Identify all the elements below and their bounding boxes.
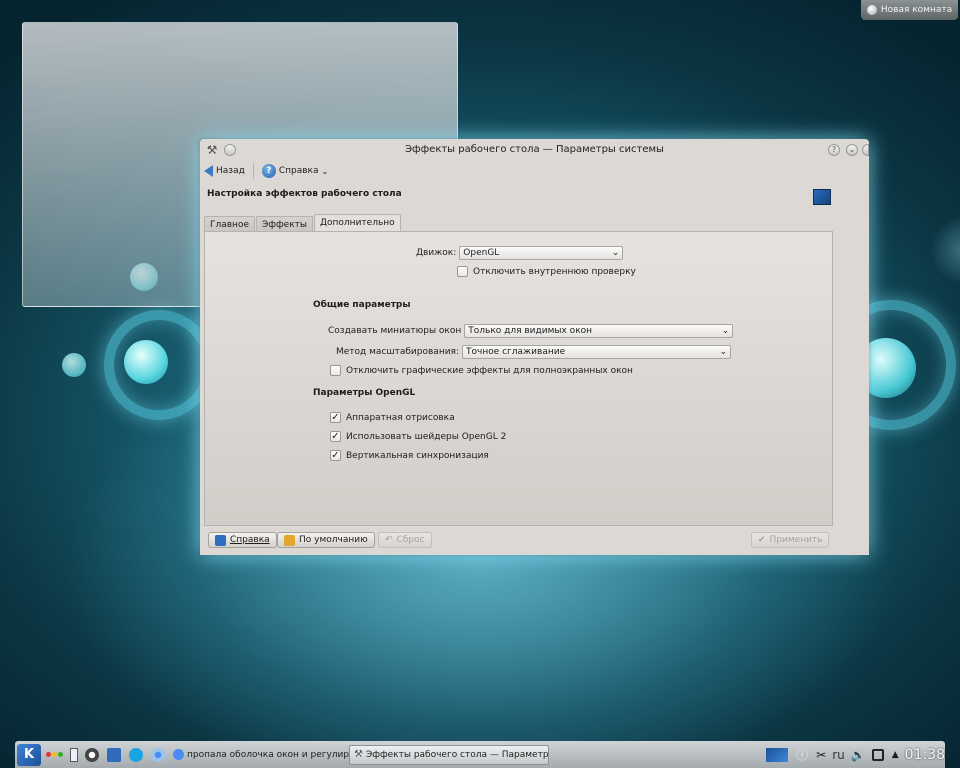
hw-render-label: Аппаратная отрисовка — [346, 412, 455, 423]
thumbnails-select[interactable]: Только для видимых окон ⌄ — [464, 324, 734, 338]
advanced-tab-pane: Движок: OpenGL ⌄ Отключить внутреннюю пр… — [204, 231, 833, 526]
scaling-row: Метод масштабирования: Точное сглаживани… — [336, 345, 731, 359]
thumbnails-label: Создавать миниатюры окон — [328, 326, 462, 336]
disable-check-checkbox[interactable] — [457, 266, 468, 277]
close-icon[interactable] — [862, 144, 869, 156]
desktop-bubble — [930, 215, 960, 285]
defaults-icon — [284, 534, 295, 546]
chevron-down-icon: ⌄ — [611, 248, 620, 258]
window-titlebar[interactable]: ⚒ Эффекты рабочего стола — Параметры сис… — [200, 139, 869, 161]
toolbar-separator — [252, 163, 254, 179]
taskbar-task-forum[interactable]: пропала оболочка окон и регулировка — [169, 745, 349, 765]
task-label: Эффекты рабочего стола — Параметры — [365, 749, 549, 760]
vsync-label: Вертикальная синхронизация — [346, 450, 489, 461]
opera-icon[interactable] — [85, 747, 99, 762]
general-heading: Общие параметры — [313, 300, 411, 310]
chevron-down-icon: ⌄ — [719, 347, 727, 357]
volume-icon[interactable]: 🔊 — [851, 748, 866, 762]
disable-check-row: Отключить внутреннюю проверку — [457, 266, 636, 277]
fullscreen-checkbox[interactable] — [330, 365, 341, 376]
skype-icon[interactable] — [129, 747, 143, 762]
thumbnails-value: Только для видимых окон — [468, 326, 593, 336]
keyboard-layout[interactable]: ru — [832, 748, 845, 762]
scaling-value: Точное сглаживание — [466, 347, 566, 357]
help-button-label: Справка — [230, 535, 270, 545]
hw-render-row: ✓ Аппаратная отрисовка — [330, 412, 455, 423]
help-book-icon — [215, 534, 226, 546]
back-button[interactable]: Назад — [204, 165, 245, 177]
activity-label: Новая комната — [880, 5, 953, 15]
activity-button[interactable]: Новая комната — [861, 0, 958, 20]
help-button[interactable]: Справка — [208, 532, 277, 548]
kate-icon[interactable] — [107, 747, 121, 762]
shaders-checkbox[interactable]: ✓ — [330, 431, 341, 442]
activity-manager-icon[interactable] — [41, 744, 67, 766]
minimize-icon[interactable]: ⌄ — [846, 144, 858, 156]
help-label: Справка — [278, 166, 319, 176]
chromium-task-icon — [173, 749, 184, 760]
settings-task-icon: ⚒ — [354, 749, 363, 760]
undo-icon: ↶ — [385, 535, 393, 545]
defaults-button[interactable]: По умолчанию — [277, 532, 375, 548]
shaders-label: Использовать шейдеры OpenGL 2 — [346, 431, 507, 442]
tray-expand-icon[interactable]: ▲ — [892, 750, 899, 760]
back-label: Назад — [216, 166, 245, 176]
fullscreen-label: Отключить графические эффекты для полноэ… — [346, 365, 633, 376]
engine-row: Движок: OpenGL ⌄ — [416, 246, 624, 260]
task-label: пропала оболочка окон и регулировка — [187, 749, 349, 760]
hw-render-checkbox[interactable]: ✓ — [330, 412, 341, 423]
disable-check-label: Отключить внутреннюю проверку — [473, 266, 636, 277]
info-icon[interactable]: ⓘ — [796, 746, 808, 763]
taskbar: K пропала оболочка окон и регулировка ⚒ … — [15, 741, 945, 768]
help-titlebar-icon[interactable]: ? — [828, 144, 840, 156]
vsync-row: ✓ Вертикальная синхронизация — [330, 450, 489, 461]
chevron-down-icon: ⌄ — [721, 326, 730, 336]
page-title: Настройка эффектов рабочего стола — [207, 189, 402, 199]
reset-button-label: Сброс — [396, 535, 425, 545]
engine-value: OpenGL — [463, 248, 500, 258]
window-toolbar: Назад ? Справка ⌄ — [200, 161, 869, 181]
help-icon: ? — [261, 164, 276, 178]
desktop-bubble — [62, 353, 86, 377]
shaders-row: ✓ Использовать шейдеры OpenGL 2 — [330, 431, 506, 442]
scaling-label: Метод масштабирования: — [336, 347, 459, 357]
back-arrow-icon — [204, 165, 213, 177]
chevron-down-icon: ⌄ — [321, 166, 329, 176]
chromium-icon[interactable] — [151, 747, 165, 762]
taskbar-task-settings[interactable]: ⚒ Эффекты рабочего стола — Параметры — [349, 744, 549, 765]
pager-icon[interactable] — [67, 744, 81, 766]
fullscreen-row: Отключить графические эффекты для полноэ… — [330, 365, 633, 376]
apply-button[interactable]: ✔ Применить — [751, 532, 830, 548]
apply-button-label: Применить — [769, 535, 823, 545]
engine-label: Движок: — [416, 248, 457, 258]
clock[interactable]: 01:38 — [905, 747, 945, 763]
power-icon[interactable] — [871, 748, 884, 761]
application-launcher-button[interactable]: K — [17, 743, 41, 766]
klipper-icon[interactable]: ✂ — [816, 748, 826, 762]
activity-icon — [866, 5, 877, 15]
engine-select[interactable]: OpenGL ⌄ — [459, 246, 624, 260]
defaults-button-label: По умолчанию — [299, 535, 368, 545]
window-title: Эффекты рабочего стола — Параметры систе… — [405, 144, 664, 155]
checkmark-icon: ✔ — [758, 535, 766, 545]
reset-button[interactable]: ↶ Сброс — [378, 532, 432, 548]
scaling-select[interactable]: Точное сглаживание ⌄ — [462, 345, 731, 359]
desktop-effects-icon — [813, 189, 831, 205]
system-settings-window: ⚒ Эффекты рабочего стола — Параметры сис… — [200, 139, 869, 555]
display-icon[interactable] — [766, 747, 789, 762]
help-menu-button[interactable]: ? Справка ⌄ — [261, 164, 329, 178]
desktop-bubble — [124, 340, 168, 384]
thumbnails-row: Создавать миниатюры окон Только для види… — [328, 324, 734, 338]
opengl-heading: Параметры OpenGL — [313, 388, 416, 398]
vsync-checkbox[interactable]: ✓ — [330, 450, 341, 461]
